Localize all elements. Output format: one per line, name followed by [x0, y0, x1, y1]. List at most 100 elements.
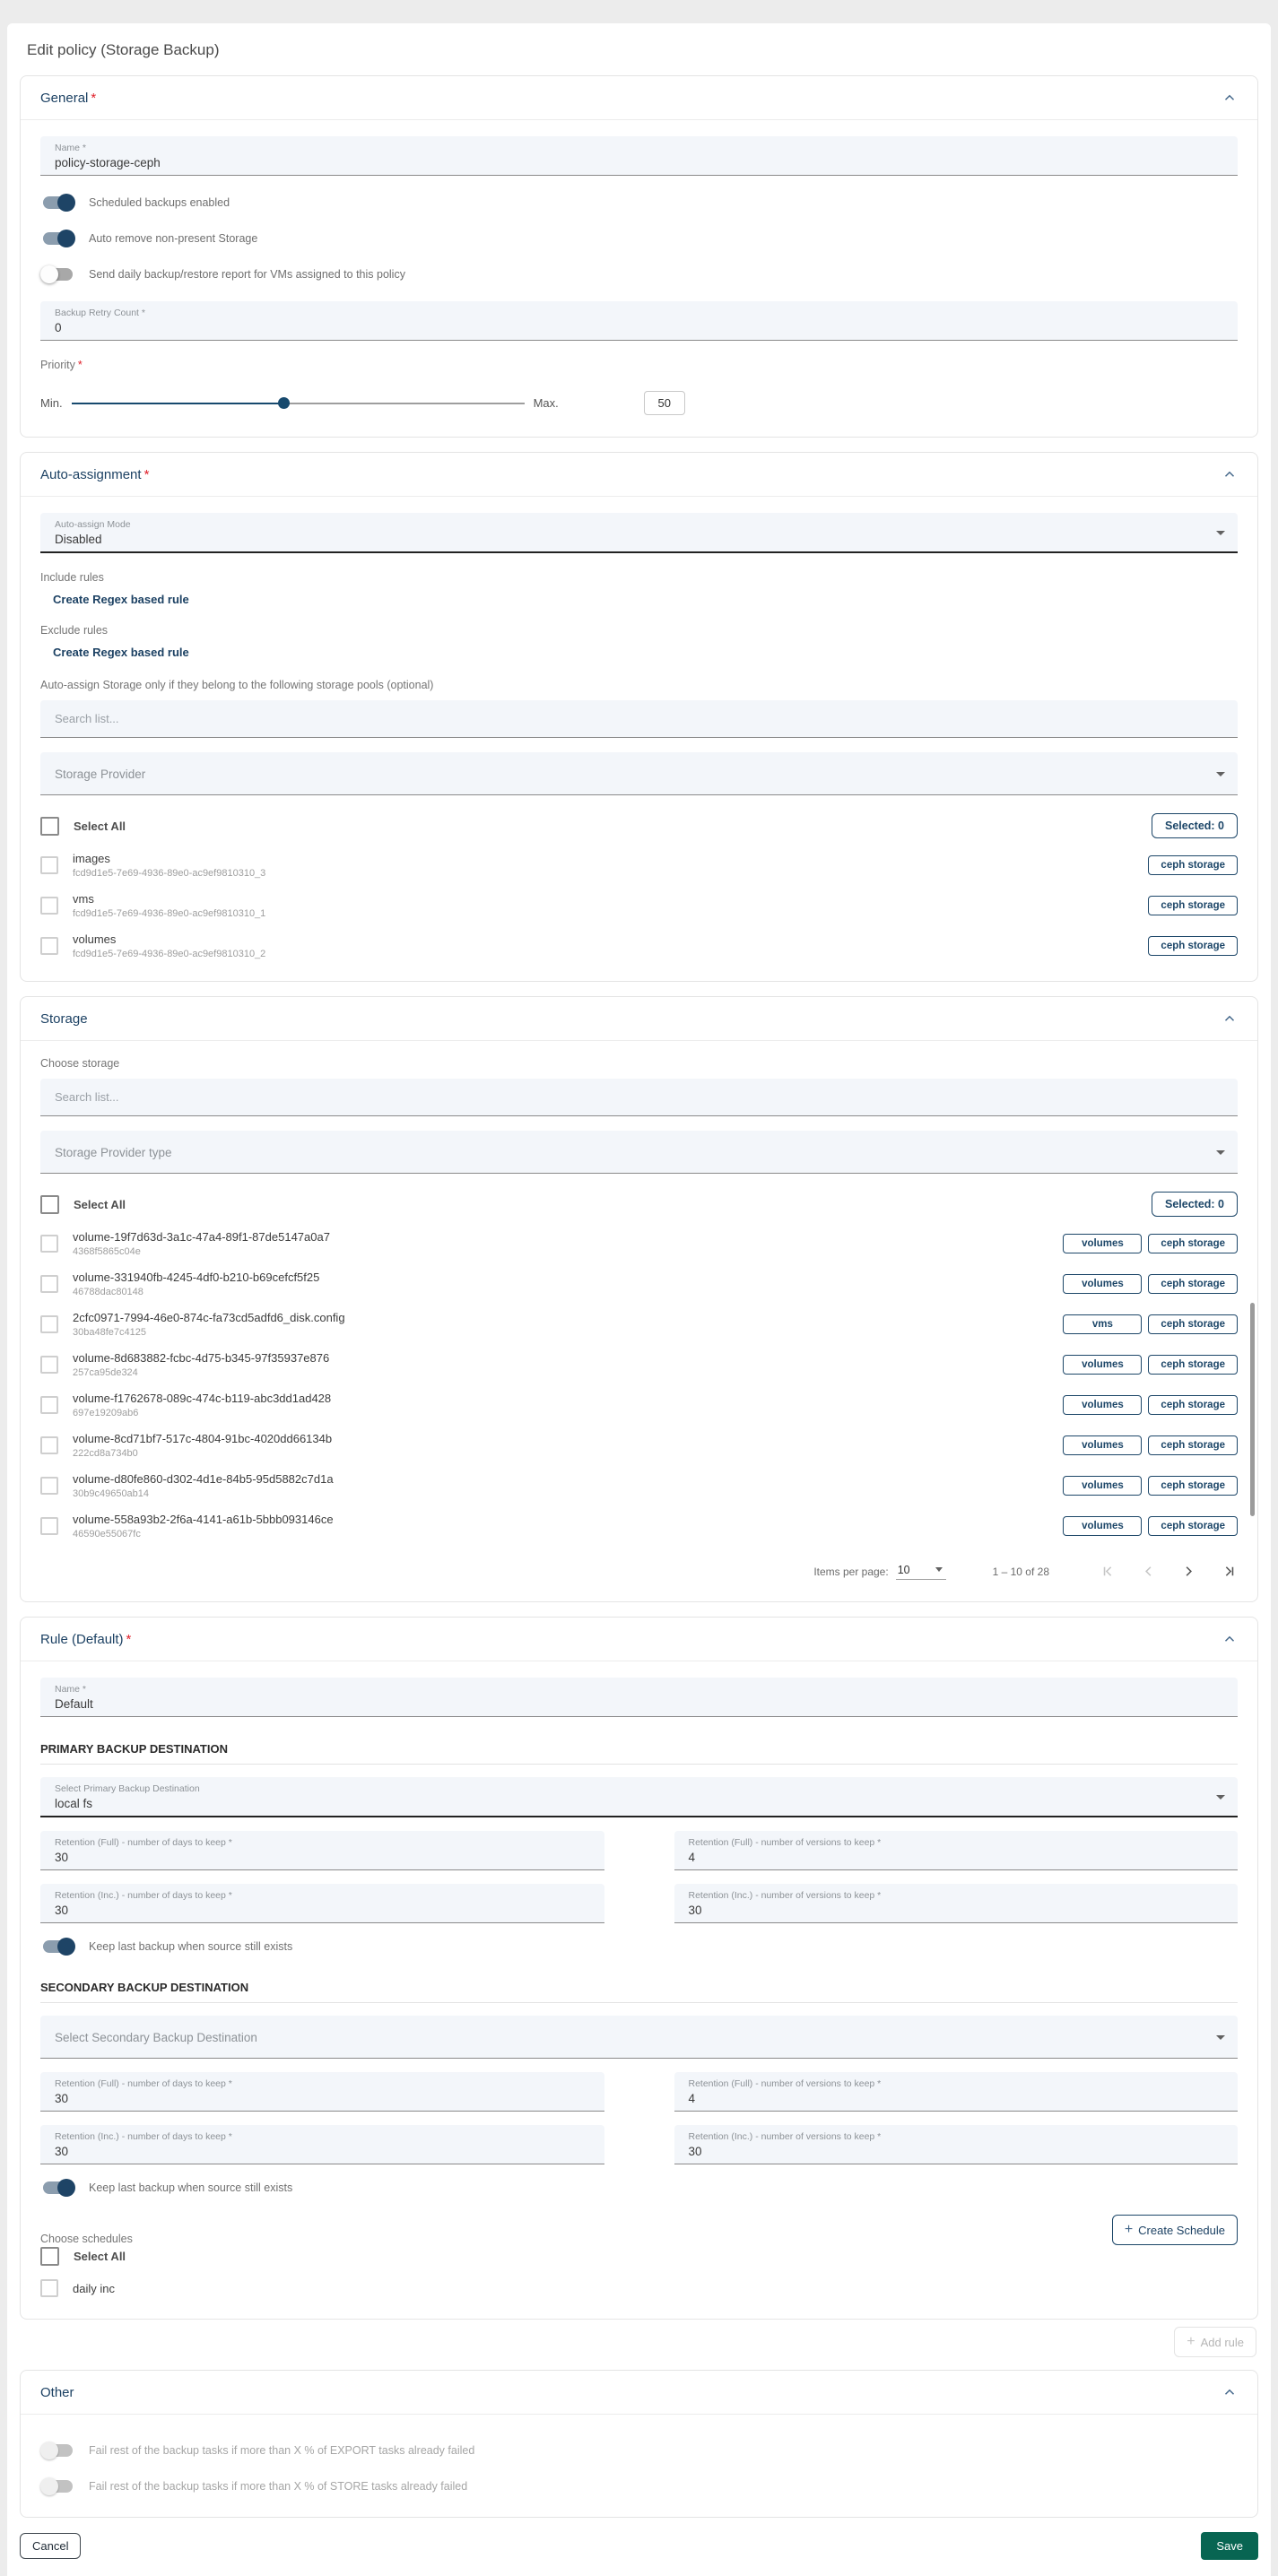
other-header: Other — [21, 2371, 1257, 2415]
item-id: fcd9d1e5-7e69-4936-89e0-ac9ef9810310_1 — [73, 908, 265, 919]
priority-value-input[interactable]: 50 — [644, 391, 685, 415]
secondary-full-versions-field[interactable]: Retention (Full) - number of versions to… — [674, 2072, 1239, 2112]
primary-full-versions-field[interactable]: Retention (Full) - number of versions to… — [674, 1831, 1239, 1870]
rule-section: Rule (Default)* Name * Default PRIMARY B… — [20, 1617, 1258, 2320]
backup-retry-count-field[interactable]: Backup Retry Count * 0 — [40, 301, 1238, 341]
item-checkbox[interactable] — [40, 1235, 58, 1253]
secondary-keep-last-toggle[interactable] — [42, 2179, 74, 2197]
storage-provider-type-select[interactable]: Storage Provider type — [40, 1131, 1238, 1174]
add-rule-button[interactable]: + Add rule — [1174, 2327, 1256, 2357]
auto-remove-toggle[interactable] — [42, 230, 74, 247]
policy-name-value: policy-storage-ceph — [55, 153, 1223, 169]
storage-search-input[interactable]: Search list... — [40, 1079, 1238, 1116]
fail-store-toggle[interactable] — [42, 2477, 74, 2495]
cancel-button[interactable]: Cancel — [20, 2533, 81, 2559]
fail-store-label: Fail rest of the backup tasks if more th… — [89, 2480, 467, 2493]
priority-slider[interactable] — [72, 403, 525, 404]
list-scrollbar[interactable] — [1250, 1303, 1255, 1516]
list-item: volumes fcd9d1e5-7e69-4936-89e0-ac9ef981… — [40, 932, 1238, 959]
pool-chip: volumes — [1063, 1355, 1142, 1375]
selected-count-badge: Selected: 0 — [1152, 813, 1238, 838]
primary-destination-header: PRIMARY BACKUP DESTINATION — [40, 1742, 1238, 1765]
create-include-regex-rule-link[interactable]: Create Regex based rule — [53, 593, 189, 606]
provider-chip: ceph storage — [1148, 1274, 1238, 1294]
list-item: volume-d80fe860-d302-4d1e-84b5-95d5882c7… — [40, 1472, 1238, 1499]
storage-provider-select[interactable]: Storage Provider — [40, 752, 1238, 795]
secondary-destination-select[interactable]: Select Secondary Backup Destination — [40, 2016, 1238, 2059]
item-checkbox[interactable] — [40, 1275, 58, 1293]
list-item: volume-19f7d63d-3a1c-47a4-89f1-87de5147a… — [40, 1230, 1238, 1257]
item-id: 46788dac80148 — [73, 1287, 319, 1297]
schedule-checkbox[interactable] — [40, 2279, 58, 2297]
fail-export-toggle[interactable] — [42, 2442, 74, 2459]
item-name: images — [73, 852, 265, 865]
item-checkbox[interactable] — [40, 1436, 58, 1454]
provider-chip: ceph storage — [1148, 1234, 1238, 1253]
page-range-label: 1 – 10 of 28 — [993, 1566, 1049, 1578]
pools-search-input[interactable]: Search list... — [40, 700, 1238, 738]
primary-destination-select[interactable]: Select Primary Backup Destination local … — [40, 1777, 1238, 1817]
item-checkbox[interactable] — [40, 1517, 58, 1535]
select-all-checkbox[interactable] — [40, 1195, 59, 1214]
item-name: volumes — [73, 932, 265, 946]
pool-chip: volumes — [1063, 1274, 1142, 1294]
rule-name-field[interactable]: Name * Default — [40, 1678, 1238, 1717]
secondary-inc-versions-field[interactable]: Retention (Inc.) - number of versions to… — [674, 2125, 1239, 2164]
provider-chip: ceph storage — [1148, 1395, 1238, 1415]
auto-assign-mode-select[interactable]: Auto-assign Mode Disabled — [40, 513, 1238, 553]
scheduled-backups-toggle[interactable] — [42, 194, 74, 212]
provider-chip: ceph storage — [1148, 1476, 1238, 1496]
storage-title: Storage — [40, 1011, 88, 1027]
primary-keep-last-toggle[interactable] — [42, 1938, 74, 1956]
provider-chip: ceph storage — [1148, 1314, 1238, 1334]
item-checkbox[interactable] — [40, 1477, 58, 1495]
collapse-chevron-icon[interactable] — [1221, 1631, 1238, 1647]
item-checkbox[interactable] — [40, 1315, 58, 1333]
collapse-chevron-icon[interactable] — [1221, 466, 1238, 482]
select-all-checkbox[interactable] — [40, 817, 59, 836]
rule-title: Rule (Default)* — [40, 1632, 131, 1647]
save-button[interactable]: Save — [1201, 2532, 1258, 2560]
item-id: 4368f5865c04e — [73, 1246, 330, 1257]
list-item: volume-8cd71bf7-517c-4804-91bc-4020dd661… — [40, 1432, 1238, 1459]
item-checkbox[interactable] — [40, 1356, 58, 1374]
collapse-chevron-icon[interactable] — [1221, 1010, 1238, 1027]
item-checkbox[interactable] — [40, 897, 58, 915]
schedule-item: daily inc — [40, 2279, 1238, 2297]
auto-assign-mode-value: Disabled — [55, 530, 1223, 546]
dropdown-caret-icon — [935, 1567, 943, 1572]
pool-chip: volumes — [1063, 1395, 1142, 1415]
list-item: 2cfc0971-7994-46e0-874c-fa73cd5adfd6_dis… — [40, 1311, 1238, 1338]
last-page-icon[interactable] — [1221, 1563, 1238, 1580]
next-page-icon[interactable] — [1180, 1563, 1197, 1580]
create-schedule-button[interactable]: + Create Schedule — [1112, 2215, 1238, 2245]
item-checkbox[interactable] — [40, 1396, 58, 1414]
primary-inc-versions-field[interactable]: Retention (Inc.) - number of versions to… — [674, 1884, 1239, 1923]
policy-name-field[interactable]: Name * policy-storage-ceph — [40, 136, 1238, 176]
collapse-chevron-icon[interactable] — [1221, 2384, 1238, 2400]
dropdown-caret-icon — [1216, 2035, 1225, 2040]
create-exclude-regex-rule-link[interactable]: Create Regex based rule — [53, 646, 189, 659]
item-checkbox[interactable] — [40, 937, 58, 955]
primary-full-days-field[interactable]: Retention (Full) - number of days to kee… — [40, 1831, 604, 1870]
provider-chip: ceph storage — [1148, 936, 1238, 956]
item-checkbox[interactable] — [40, 856, 58, 874]
primary-inc-days-field[interactable]: Retention (Inc.) - number of days to kee… — [40, 1884, 604, 1923]
select-all-schedules-checkbox[interactable] — [40, 2247, 59, 2266]
daily-report-toggle[interactable] — [42, 265, 74, 283]
secondary-full-days-field[interactable]: Retention (Full) - number of days to kee… — [40, 2072, 604, 2112]
slider-knob[interactable] — [278, 397, 290, 409]
item-name: vms — [73, 892, 265, 906]
first-page-icon[interactable] — [1100, 1563, 1117, 1580]
rule-name-label: Name * — [55, 1684, 1223, 1695]
items-per-page-select[interactable]: 10 — [896, 1564, 946, 1580]
required-asterisk: * — [91, 91, 96, 106]
collapse-chevron-icon[interactable] — [1221, 90, 1238, 106]
schedule-name: daily inc — [73, 2282, 115, 2295]
provider-chip: ceph storage — [1148, 1355, 1238, 1375]
secondary-inc-days-field[interactable]: Retention (Inc.) - number of days to kee… — [40, 2125, 604, 2164]
previous-page-icon[interactable] — [1140, 1563, 1157, 1580]
paginator: Items per page: 10 1 – 10 of 28 — [40, 1563, 1238, 1580]
auto-assignment-header: Auto-assignment* — [21, 453, 1257, 497]
dropdown-caret-icon — [1216, 531, 1225, 535]
